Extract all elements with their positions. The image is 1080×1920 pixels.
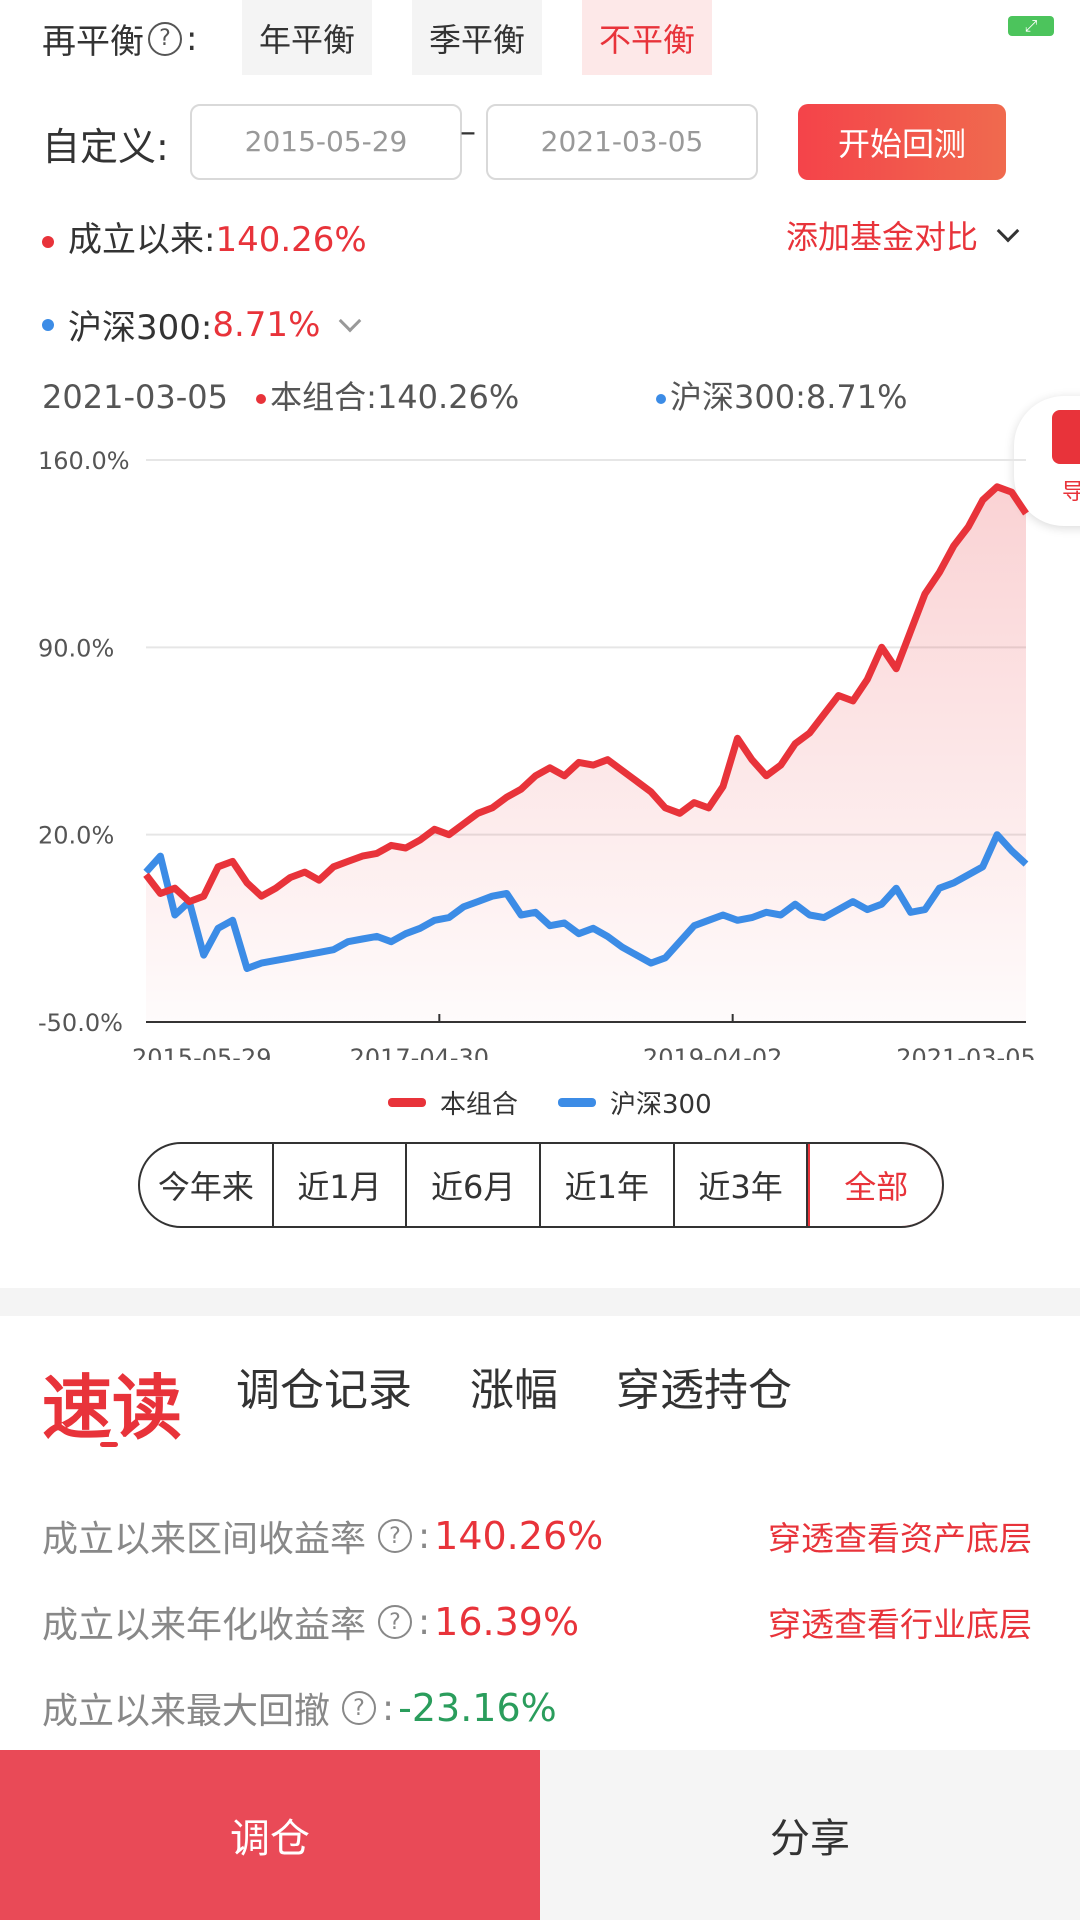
period-ytd[interactable]: 今年来 [140,1144,274,1226]
chart-tooltip: 2021-03-05 本组合:140.26% [42,372,519,418]
y-tick-label: 90.0% [38,634,114,662]
tooltip-portfolio-value: 140.26% [376,378,520,416]
metric-value: 140.26% [434,1514,604,1558]
x-tick-label: 2019-04-02 [643,1044,782,1060]
help-icon[interactable]: ? [378,1605,413,1639]
active-tab-indicator [100,1442,118,1447]
y-tick-label: 20.0% [38,822,114,850]
hs300-dot-icon [42,318,54,331]
rebalance-option-quarterly[interactable]: 季平衡 [412,0,542,75]
since-summary: 成立以来:140.26% [42,212,367,261]
start-date-input[interactable]: 2015-05-29 [190,104,462,180]
performance-chart[interactable]: 160.0% 90.0% 20.0% -50.0% 2015-05-29 2017-04… [0,440,1080,1060]
rebalance-label-text: 再平衡 [42,22,144,62]
metric-value: -23.16% [398,1686,557,1730]
metric-value: 16.39% [434,1600,580,1644]
tab-rebalance-history[interactable]: 调仓记录 [236,1354,412,1418]
period-1m[interactable]: 近1月 [274,1144,408,1226]
date-dash: – [460,112,476,150]
chevron-down-icon [996,219,1020,243]
custom-label: 自定义: [42,125,169,169]
section-divider [0,1288,1080,1316]
legend-portfolio-swatch [388,1098,426,1107]
x-tick-label: 2021-03-05 [896,1044,1035,1060]
rebalance-label: 再平衡 ? : [42,14,197,63]
period-1y[interactable]: 近1年 [541,1144,675,1226]
help-icon[interactable]: ? [342,1691,377,1725]
tooltip-hs300-label: 沪深300: [670,378,806,416]
metric-label: 成立以来年化收益率 [42,1605,367,1646]
rebalance-option-yearly[interactable]: 年平衡 [242,0,372,75]
metric-label: 成立以来最大回撤 [42,1691,331,1732]
share-button[interactable]: 分享 [540,1750,1080,1920]
add-fund-compare-button[interactable]: 添加基金对比 [786,212,1020,258]
chart-legend: 本组合 沪深300 [388,1084,712,1121]
metric-cumulative-return: 成立以来区间收益率 ?: 140.26% [42,1510,603,1562]
rebalance-separator: : [186,18,198,59]
y-tick-label: -50.0% [38,1009,123,1037]
expand-icon[interactable]: ⤢ [1008,16,1054,36]
metric-annualized-return: 成立以来年化收益率 ?: 16.39% [42,1596,579,1648]
hs300-value: 8.71% [212,304,321,345]
industry-look-through-link[interactable]: 穿透查看行业底层 [768,1598,1032,1646]
rebalance-option-none[interactable]: 不平衡 [582,0,712,75]
period-3y[interactable]: 近3年 [675,1144,809,1226]
x-tick-label: 2017-04-30 [350,1044,489,1060]
tooltip-date: 2021-03-05 [42,378,228,416]
portfolio-dot-icon [256,394,267,404]
legend-portfolio-label: 本组合 [440,1090,519,1120]
asset-look-through-link[interactable]: 穿透查看资产底层 [768,1512,1032,1560]
help-icon[interactable]: ? [378,1519,413,1553]
since-label: 成立以来: [68,220,216,260]
y-tick-label: 160.0% [38,447,130,475]
portfolio-dot-icon [42,235,54,248]
metric-max-drawdown: 成立以来最大回撤 ?: -23.16% [42,1682,557,1734]
y-axis-labels: 160.0% 90.0% 20.0% -50.0% [38,447,130,1037]
help-icon[interactable]: ? [148,21,182,56]
period-6m[interactable]: 近6月 [407,1144,542,1226]
tooltip-portfolio-label: 本组合: [270,378,377,416]
x-tick-label: 2015-05-29 [132,1044,271,1060]
tooltip-hs300-value: 8.71% [805,378,908,416]
chart-tooltip-hs300: 沪深300:8.71% [656,372,908,418]
period-all[interactable]: 全部 [808,1144,942,1226]
hs300-summary[interactable]: 沪深300: 8.71% [42,300,362,349]
hs300-dot-icon [656,394,666,404]
tab-quick-read[interactable]: 速读 [42,1352,182,1453]
period-selector: 今年来 近1月 近6月 近1年 近3年 全部 [138,1142,944,1228]
legend-hs300-swatch [558,1098,597,1107]
tab-gain[interactable]: 涨幅 [470,1354,558,1418]
start-backtest-button[interactable]: 开始回测 [798,104,1006,180]
rebalance-button[interactable]: 调仓 [0,1750,540,1920]
end-date-input[interactable]: 2021-03-05 [486,104,758,180]
tab-holdings[interactable]: 穿透持仓 [616,1354,792,1418]
add-compare-label: 添加基金对比 [786,218,979,256]
legend-hs300-label: 沪深300 [610,1090,712,1120]
hs300-label: 沪深300: [68,308,213,348]
portfolio-area [146,486,1026,1022]
metric-label: 成立以来区间收益率 [42,1519,367,1560]
chevron-down-icon [339,309,362,332]
since-value: 140.26% [215,220,367,260]
